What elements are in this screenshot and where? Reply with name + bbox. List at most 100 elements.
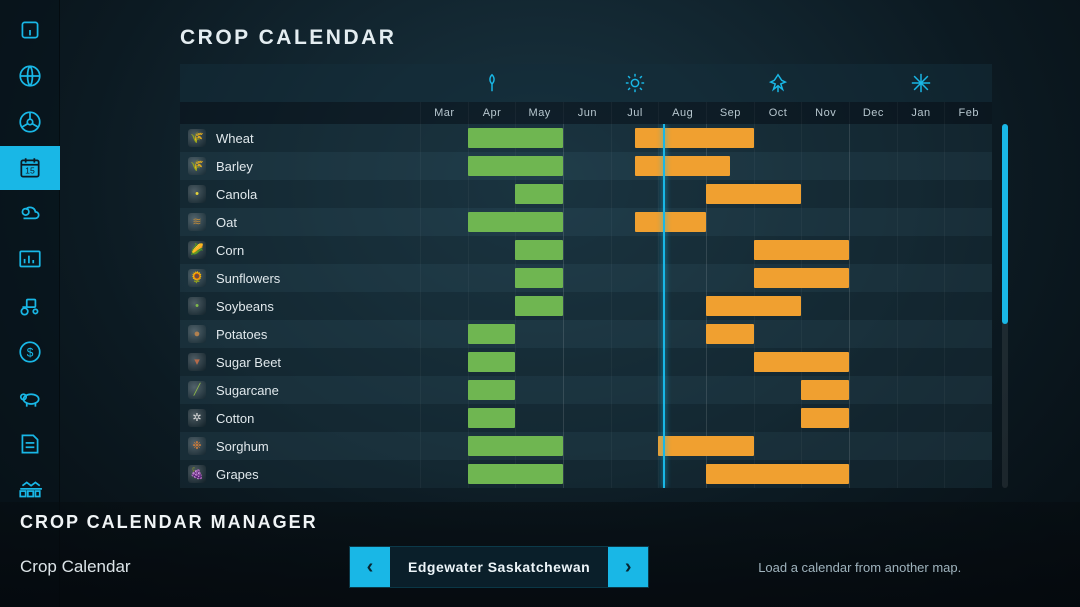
crop-row[interactable]: •Canola [180,180,992,208]
harvest-bar [706,464,849,484]
info-icon [17,17,43,43]
crop-label: ▾ Sugar Beet [180,348,420,376]
sidebar-item-vehicles[interactable] [0,284,60,328]
selector-value[interactable]: Edgewater Saskatchewan [390,547,608,587]
plant-bar [468,380,516,400]
svg-text:15: 15 [25,165,35,175]
crop-row[interactable]: 🌽Corn [180,236,992,264]
crop-name: Oat [216,215,237,230]
weather-icon [17,201,43,227]
sidebar-item-globe[interactable] [0,54,60,98]
crop-timeline [420,460,992,488]
crop-timeline [420,208,992,236]
selector-next-button[interactable]: › [608,547,648,587]
crop-icon: 🍇 [188,465,206,483]
crop-label: 🌾Barley [180,152,420,180]
plant-bar [468,324,516,344]
sidebar-item-contracts[interactable] [0,422,60,466]
crop-name: Potatoes [216,327,267,342]
crop-label: ❉Sorghum [180,432,420,460]
plant-bar [515,268,563,288]
plant-bar [468,156,563,176]
globe-icon [17,63,43,89]
crop-timeline [420,180,992,208]
content-area: CROP CALENDAR MarAprMayJunJulAugSepOctNo… [60,0,1080,502]
crop-row[interactable]: 🌾 Wheat [180,124,992,152]
crop-label: ≋ Oat [180,208,420,236]
footer-title: CROP CALENDAR MANAGER [20,512,1060,533]
sidebar-item-animals[interactable] [0,376,60,420]
footer-hint: Load a calendar from another map. [758,560,961,575]
crop-name: Cotton [216,411,254,426]
plant-bar [468,212,563,232]
crop-row[interactable]: ╱ Sugarcane [180,376,992,404]
crop-icon: ╱ [188,381,206,399]
crop-name: Soybeans [216,299,274,314]
crop-rows-viewport[interactable]: 🌾 Wheat 🌾Barley•Canola ≋ Oat 🌽Corn 🌻 Sunflowers… [180,124,992,488]
crop-icon: ≋ [188,213,206,231]
crop-name: Sorghum [216,439,269,454]
crop-timeline [420,348,992,376]
crop-name: Barley [216,159,253,174]
harvest-bar [801,408,849,428]
crop-row[interactable]: ▾ Sugar Beet [180,348,992,376]
crop-label: ✲ Cotton [180,404,420,432]
vehicles-icon [17,293,43,319]
crop-row[interactable]: 🍇Grapes [180,460,992,488]
crop-row[interactable]: 🌻 Sunflowers [180,264,992,292]
sidebar-item-calendar[interactable]: 15 [0,146,60,190]
month-header-cell: Dec [849,102,897,124]
harvest-bar [635,156,730,176]
month-header-cell: Apr [468,102,516,124]
crop-label: ╱ Sugarcane [180,376,420,404]
plant-bar [515,240,563,260]
crop-name: Wheat [216,131,254,146]
crop-timeline [420,376,992,404]
crop-row[interactable]: 🌾Barley [180,152,992,180]
footer-option-label: Crop Calendar [20,557,320,577]
harvest-bar [706,324,754,344]
crop-row[interactable]: ● Potatoes [180,320,992,348]
animals-icon [17,385,43,411]
crop-label: 🍇Grapes [180,460,420,488]
plant-bar [515,184,563,204]
contracts-icon [17,431,43,457]
crop-icon: ● [188,325,206,343]
crop-name: Sugarcane [216,383,279,398]
harvest-bar [635,212,707,232]
season-spring-icon [420,64,563,102]
month-header-cell: Jun [563,102,611,124]
steering-icon [17,109,43,135]
harvest-bar [801,380,849,400]
harvest-bar [706,184,801,204]
sidebar-item-weather[interactable] [0,192,60,236]
scrollbar-track[interactable] [1002,124,1008,488]
scrollbar-thumb[interactable] [1002,124,1008,324]
crop-name: Sunflowers [216,271,280,286]
crop-timeline [420,404,992,432]
sidebar-item-info[interactable] [0,8,60,52]
crop-icon: ▾ [188,353,206,371]
harvest-bar [706,296,801,316]
crop-name: Sugar Beet [216,355,281,370]
crop-row[interactable]: ❉Sorghum [180,432,992,460]
crop-row[interactable]: ≋ Oat [180,208,992,236]
harvest-bar [658,436,753,456]
crop-label: 🌾 Wheat [180,124,420,152]
crop-icon: ✲ [188,409,206,427]
plant-bar [468,408,516,428]
crop-row[interactable]: •Soybeans [180,292,992,320]
crop-icon: 🌾 [188,129,206,147]
sidebar-item-finance[interactable]: $ [0,330,60,374]
crop-icon: • [188,185,206,203]
crop-row[interactable]: ✲ Cotton [180,404,992,432]
selector-prev-button[interactable]: ‹ [350,547,390,587]
harvest-bar [754,352,849,372]
crop-label: 🌻 Sunflowers [180,264,420,292]
sidebar-item-steering[interactable] [0,100,60,144]
calendar: MarAprMayJunJulAugSepOctNovDecJanFeb 🌾Wh… [180,64,992,488]
month-header-cell: May [515,102,563,124]
crop-icon: 🌽 [188,241,206,259]
crop-icon: 🌻 [188,269,206,287]
sidebar-item-stats[interactable] [0,238,60,282]
